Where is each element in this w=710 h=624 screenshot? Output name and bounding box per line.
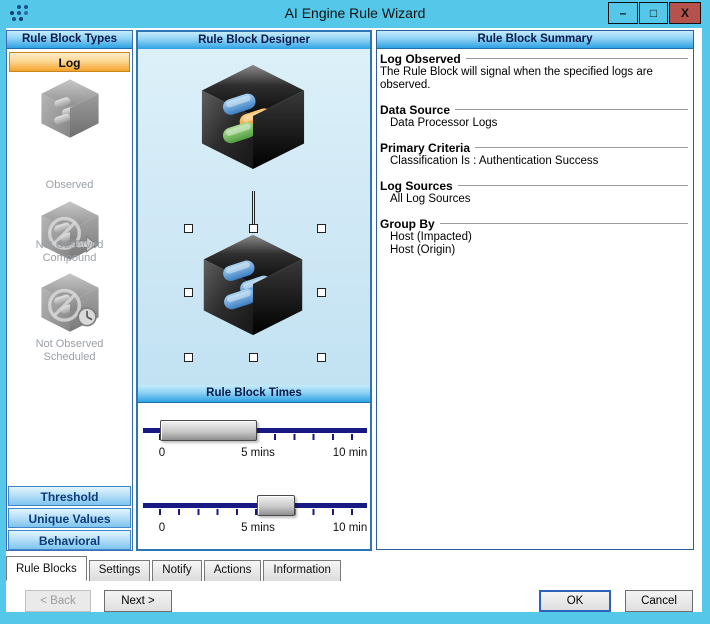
minimize-icon: – xyxy=(620,6,627,20)
unique-values-category-button[interactable]: Unique Values xyxy=(8,508,131,528)
heading-rule-line xyxy=(440,223,688,226)
rule-block-summary-panel: Rule Block Summary Log Observed The Rule… xyxy=(376,30,694,550)
summary-heading: Log Observed xyxy=(380,52,461,66)
rule-block-designer-header: Rule Block Designer xyxy=(138,32,370,50)
tab-actions[interactable]: Actions xyxy=(204,560,262,581)
close-icon: X xyxy=(681,6,689,20)
designer-selected-cube-icon[interactable] xyxy=(196,231,310,342)
summary-heading: Group By xyxy=(380,217,435,231)
cancel-button[interactable]: Cancel xyxy=(625,590,693,612)
slider-1-label-0: 0 xyxy=(159,447,165,459)
heading-rule-line xyxy=(455,109,688,112)
observed-cube-icon[interactable] xyxy=(37,77,103,144)
heading-rule-line xyxy=(475,147,688,150)
slider-1-label-5: 5 mins xyxy=(241,447,275,459)
not-observed-compound-label-2: Compound xyxy=(7,252,132,265)
heading-rule-line xyxy=(466,58,688,61)
next-button[interactable]: Next > xyxy=(104,590,172,612)
rule-block-summary-header: Rule Block Summary xyxy=(377,31,693,49)
summary-section-log-sources: Log Sources All Log Sources xyxy=(380,179,689,206)
selection-handle[interactable] xyxy=(249,353,258,362)
selection-handle[interactable] xyxy=(249,224,258,233)
summary-item: Data Processor Logs xyxy=(380,117,689,130)
not-observed-scheduled-icon[interactable] xyxy=(37,271,103,338)
window-title: AI Engine Rule Wizard xyxy=(0,5,710,21)
not-observed-compound-label-1: Not Observed xyxy=(7,239,132,252)
rule-block-times-section: 0 5 mins 10 min 0 5 mins 10 min xyxy=(138,403,370,549)
maximize-button[interactable]: □ xyxy=(639,2,668,24)
slider-1-label-10: 10 min xyxy=(333,447,368,459)
client-area: Rule Block Types Log Observed xyxy=(6,28,702,612)
close-button[interactable]: X xyxy=(669,2,701,24)
selection-handle[interactable] xyxy=(317,288,326,297)
summary-section-group-by: Group By Host (Impacted) Host (Origin) xyxy=(380,217,689,257)
rule-block-types-panel: Rule Block Types Log Observed xyxy=(6,30,133,551)
tab-rule-blocks[interactable]: Rule Blocks xyxy=(6,556,87,581)
ok-button[interactable]: OK xyxy=(539,590,611,612)
not-observed-scheduled-label-1: Not Observed xyxy=(7,338,132,351)
selection-handle[interactable] xyxy=(317,353,326,362)
summary-item: Classification Is : Authentication Succe… xyxy=(380,155,689,168)
maximize-icon: □ xyxy=(650,6,657,20)
summary-section-log-observed: Log Observed The Rule Block will signal … xyxy=(380,52,689,92)
slider-1-handle[interactable] xyxy=(160,420,257,441)
rule-block-designer-panel: Rule Block Designer xyxy=(136,30,372,551)
tab-notify[interactable]: Notify xyxy=(152,560,201,581)
wizard-tabstrip: Rule Blocks Settings Notify Actions Info… xyxy=(6,555,343,581)
summary-item: Host (Impacted) xyxy=(380,231,689,244)
minimize-button[interactable]: – xyxy=(608,2,638,24)
heading-rule-line xyxy=(458,185,688,188)
back-button[interactable]: < Back xyxy=(25,590,91,612)
summary-body: Log Observed The Rule Block will signal … xyxy=(377,49,693,549)
designer-canvas[interactable] xyxy=(138,49,370,385)
summary-item: Host (Origin) xyxy=(380,244,689,257)
selection-handle[interactable] xyxy=(184,224,193,233)
slider-2-track[interactable] xyxy=(143,503,367,508)
selection-handle[interactable] xyxy=(184,288,193,297)
tab-settings[interactable]: Settings xyxy=(89,560,151,581)
selection-handle[interactable] xyxy=(184,353,193,362)
tab-information[interactable]: Information xyxy=(263,560,341,581)
slider-2-handle[interactable] xyxy=(257,495,295,516)
summary-heading: Primary Criteria xyxy=(380,141,470,155)
designer-source-cube-icon[interactable] xyxy=(194,61,312,176)
summary-item: The Rule Block will signal when the spec… xyxy=(380,66,689,92)
summary-section-data-source: Data Source Data Processor Logs xyxy=(380,103,689,130)
ai-engine-rule-wizard-window: AI Engine Rule Wizard – □ X Rule Block T… xyxy=(0,0,710,624)
summary-heading: Log Sources xyxy=(380,179,453,193)
slider-2-label-0: 0 xyxy=(159,522,165,534)
rule-block-types-header: Rule Block Types xyxy=(7,31,132,49)
slider-2-label-10: 10 min xyxy=(333,522,368,534)
threshold-category-button[interactable]: Threshold xyxy=(8,486,131,506)
behavioral-category-button[interactable]: Behavioral xyxy=(8,530,131,550)
summary-item: All Log Sources xyxy=(380,193,689,206)
titlebar: AI Engine Rule Wizard – □ X xyxy=(0,0,710,28)
rule-block-times-header: Rule Block Times xyxy=(138,385,370,403)
log-category-button[interactable]: Log xyxy=(9,52,130,72)
selection-handle[interactable] xyxy=(317,224,326,233)
summary-section-primary-criteria: Primary Criteria Classification Is : Aut… xyxy=(380,141,689,168)
slider-2-label-5: 5 mins xyxy=(241,522,275,534)
not-observed-scheduled-label-2: Scheduled xyxy=(7,351,132,364)
summary-heading: Data Source xyxy=(380,103,450,117)
